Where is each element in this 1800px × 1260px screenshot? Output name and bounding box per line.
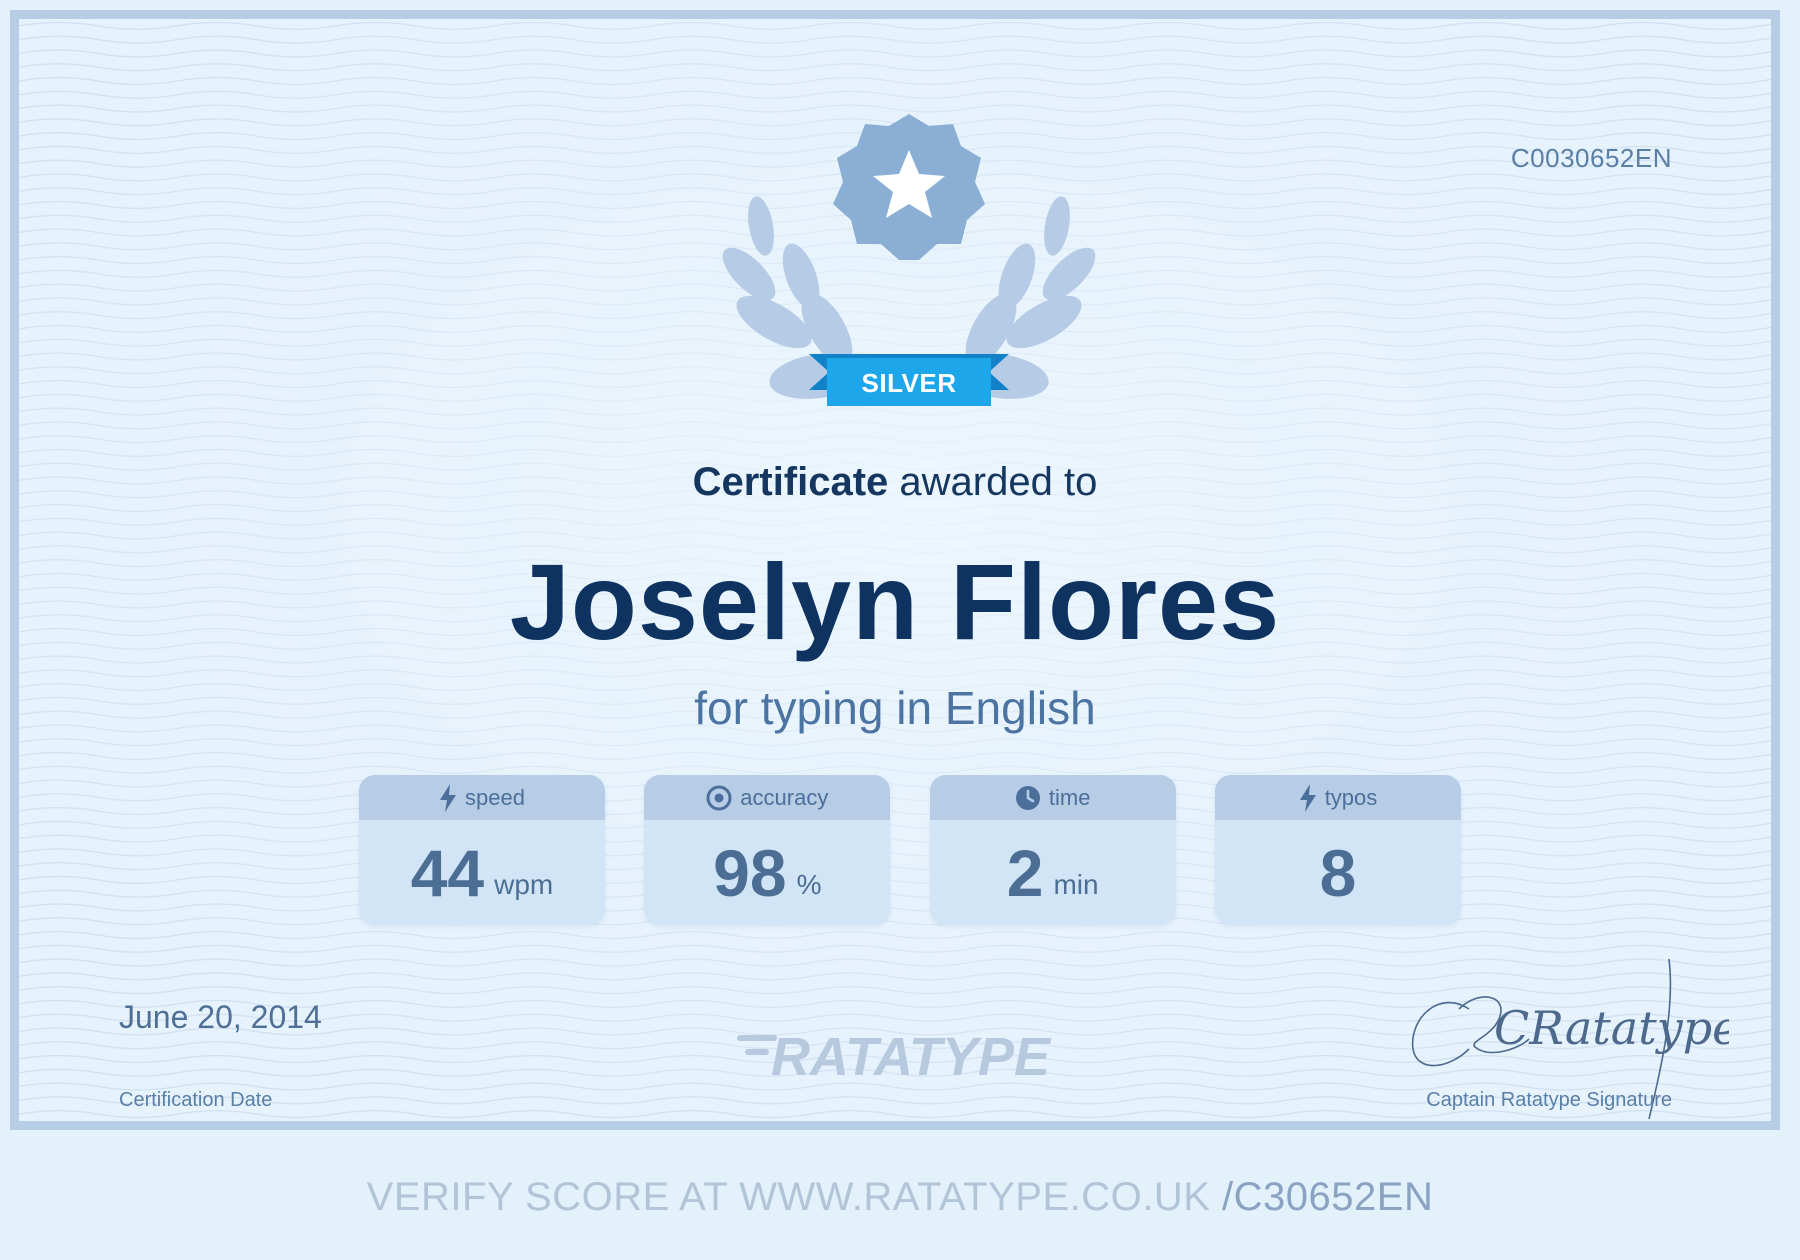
stat-typos-head: typos	[1214, 775, 1461, 820]
stat-speed: speed 44 wpm	[359, 775, 605, 925]
stat-typos-label: typos	[1324, 784, 1378, 810]
awarded-line: Certificate awarded to	[19, 460, 1771, 505]
stat-accuracy-unit: %	[796, 869, 822, 900]
awarded-strong: Certificate	[692, 460, 889, 504]
page: C0030652EN SILVER Certificate awarded to…	[0, 0, 1800, 1260]
brand-text: RATATYPE	[771, 1027, 1052, 1085]
stat-time-value: 2	[1006, 835, 1044, 910]
stat-typos-body: 8	[1215, 820, 1461, 925]
certification-date-label: Certification Date	[119, 1089, 273, 1111]
stat-time-head: time	[929, 775, 1176, 820]
stat-speed-body: 44 wpm	[359, 820, 605, 925]
certificate-card: C0030652EN SILVER Certificate awarded to…	[10, 10, 1780, 1130]
stat-accuracy: accuracy 98 %	[644, 775, 891, 925]
stat-time: time 2 min	[929, 775, 1176, 925]
stat-speed-head: speed	[359, 775, 605, 820]
recipient-name: Joselyn Flores	[509, 541, 1281, 662]
verify-text: VERIFY SCORE AT WWW.RATATYPE.CO.UK	[366, 1175, 1223, 1219]
stat-typos-value: 8	[1319, 835, 1357, 910]
verify-line: VERIFY SCORE AT WWW.RATATYPE.CO.UK /C306…	[0, 1175, 1800, 1220]
stat-speed-label: speed	[465, 784, 525, 810]
stat-accuracy-label: accuracy	[740, 784, 829, 810]
star-rosette-icon	[833, 114, 985, 260]
certification-date: June 20, 2014	[119, 999, 322, 1035]
stat-typos: typos 8	[1214, 775, 1461, 925]
awarded-rest: awarded to	[888, 460, 1098, 504]
stat-speed-value: 44	[410, 835, 485, 910]
stat-time-label: time	[1048, 784, 1091, 810]
lightning-icon	[1299, 783, 1316, 812]
ratatype-logo: RATATYPE	[737, 1027, 1052, 1085]
badge-label: SILVER	[861, 368, 957, 398]
signature-label: Captain Ratatype Signature	[1426, 1089, 1672, 1111]
stat-accuracy-head: accuracy	[644, 775, 891, 820]
stats-row: speed 44 wpm accuracy 98 % time 2 min ty…	[359, 775, 1461, 925]
stat-time-body: 2 min	[930, 820, 1176, 925]
signature-script: CRatatype fé	[1494, 1001, 1729, 1055]
lightning-icon	[440, 783, 457, 812]
target-icon	[706, 785, 732, 810]
stat-accuracy-value: 98	[713, 835, 787, 910]
subject-line: for typing in English	[694, 682, 1096, 734]
stat-speed-unit: wpm	[494, 869, 554, 900]
clock-icon	[1015, 785, 1040, 810]
verify-code: /C30652EN	[1222, 1175, 1434, 1219]
certificate-code: C0030652EN	[1510, 143, 1672, 173]
stat-time-unit: min	[1053, 869, 1099, 900]
stat-accuracy-body: 98 %	[644, 820, 890, 925]
